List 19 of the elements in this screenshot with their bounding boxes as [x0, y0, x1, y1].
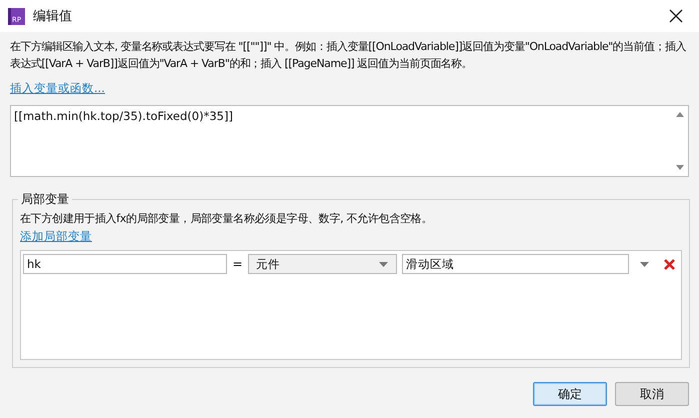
window-title: 编辑值: [33, 8, 72, 25]
instructions-text: 在下方编辑区输入文本, 变量名称或表达式要写在 "[[""]]" 中。例如：插入变量[[OnLoadVariable]]返回值为变量"OnLoadVariable"的当前值；插入表达式[[VarA + VarB]]返回值为"VarA + VarB"的和；插入 [[PageName]] 返回值为当前页面名称。: [10, 39, 687, 72]
caret-icon: [640, 262, 648, 266]
close-icon: [669, 9, 683, 23]
caret-icon: [379, 262, 388, 266]
scroll-down-icon: [676, 165, 684, 170]
type-dropdown[interactable]: 元件: [248, 254, 397, 274]
equals-sign: =: [231, 257, 244, 271]
cancel-button[interactable]: 取消: [615, 382, 689, 406]
expression-field[interactable]: [[math.min(hk.top/35).toFixed(0)*35]]: [10, 105, 689, 177]
add-variable-link[interactable]: 添加局部变量: [20, 229, 92, 244]
close-icon: [664, 258, 674, 270]
insert-variable-link[interactable]: 插入变量或函数...: [10, 81, 105, 96]
ok-button[interactable]: 确定: [533, 382, 607, 406]
group-description: 在下方创建用于插入fx的局部变量，局部变量名称必须是字母、数字, 不允许包含空格。: [20, 211, 434, 227]
variable-name-field[interactable]: hk: [23, 254, 227, 274]
scroll-up-icon: [676, 112, 684, 117]
group-title: 局部变量: [20, 191, 70, 208]
target-field[interactable]: 滑动区域: [402, 254, 629, 274]
